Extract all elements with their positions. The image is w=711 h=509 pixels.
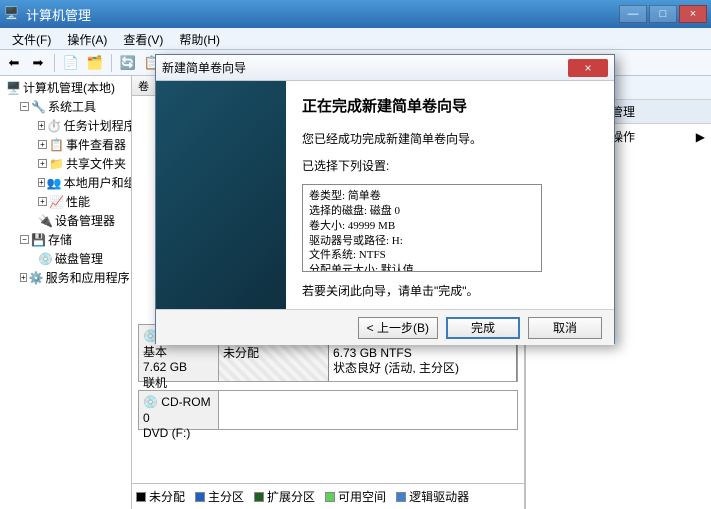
wizard-heading: 正在完成新建简单卷向导 (302, 95, 598, 116)
expand-icon[interactable]: + (38, 140, 47, 149)
log-icon: 📋 (49, 138, 64, 152)
tools-icon: 🔧 (31, 100, 46, 114)
properties-icon[interactable]: 🗂️ (85, 53, 105, 73)
expand-icon[interactable]: + (38, 159, 47, 168)
folder-icon: 📁 (49, 157, 64, 171)
maximize-button[interactable]: □ (649, 5, 677, 23)
new-simple-volume-wizard: 新建简单卷向导 × 正在完成新建简单卷向导 您已经成功完成新建简单卷向导。 已选… (155, 54, 615, 344)
back-button[interactable]: < 上一步(B) (358, 317, 438, 339)
window-title: 计算机管理 (26, 5, 619, 24)
toolbar-separator (54, 54, 55, 72)
tree-disk-management[interactable]: 💿磁盘管理 (2, 249, 129, 268)
clock-icon: ⏱️ (47, 119, 62, 133)
disk-icon: 💿 (38, 252, 53, 266)
refresh-icon[interactable]: 🔄 (118, 53, 138, 73)
cdrom-row: 💿 CD-ROM 0 DVD (F:) (138, 390, 518, 430)
window-titlebar: 🖥️ 计算机管理 — □ × (0, 0, 711, 28)
wizard-footer: < 上一步(B) 完成 取消 (156, 309, 614, 345)
perf-icon: 📈 (49, 195, 64, 209)
navigation-tree[interactable]: 🖥️计算机管理(本地) −🔧系统工具 +⏱️任务计划程序 +📋事件查看器 +📁共… (0, 76, 132, 509)
legend-primary: 主分区 (195, 488, 244, 505)
expand-icon[interactable]: + (38, 197, 47, 206)
legend-logical: 逻辑驱动器 (396, 488, 469, 505)
back-icon[interactable]: ⬅ (4, 53, 24, 73)
cancel-button[interactable]: 取消 (528, 317, 602, 339)
menu-file[interactable]: 文件(F) (4, 28, 59, 49)
wizard-summary-box[interactable]: 卷类型: 简单卷 选择的磁盘: 磁盘 0 卷大小: 49999 MB 驱动器号或… (302, 184, 542, 272)
expand-icon[interactable]: + (38, 121, 45, 130)
tree-root[interactable]: 🖥️计算机管理(本地) (2, 78, 129, 97)
tree-shared-folders[interactable]: +📁共享文件夹 (2, 154, 129, 173)
legend-extended: 扩展分区 (254, 488, 315, 505)
tree-task-scheduler[interactable]: +⏱️任务计划程序 (2, 116, 129, 135)
app-icon: 🖥️ (4, 6, 20, 22)
arrow-right-icon: ▶ (696, 130, 705, 144)
wizard-titlebar[interactable]: 新建简单卷向导 × (156, 55, 614, 81)
minimize-button[interactable]: — (619, 5, 647, 23)
tree-device-manager[interactable]: 🔌设备管理器 (2, 211, 129, 230)
menu-help[interactable]: 帮助(H) (171, 28, 228, 49)
legend-unallocated: 未分配 (136, 488, 185, 505)
tree-system-tools[interactable]: −🔧系统工具 (2, 97, 129, 116)
up-icon[interactable]: 📄 (61, 53, 81, 73)
cdrom-label[interactable]: 💿 CD-ROM 0 DVD (F:) (139, 391, 219, 429)
legend: 未分配 主分区 扩展分区 可用空间 逻辑驱动器 (132, 483, 524, 509)
users-icon: 👥 (47, 176, 62, 190)
finish-button[interactable]: 完成 (446, 317, 520, 339)
close-button[interactable]: × (679, 5, 707, 23)
legend-free: 可用空间 (325, 488, 386, 505)
menu-action[interactable]: 操作(A) (59, 28, 115, 49)
wizard-text: 已选择下列设置: (302, 157, 598, 174)
forward-icon[interactable]: ➡ (28, 53, 48, 73)
expand-icon[interactable]: + (38, 178, 45, 187)
tree-storage[interactable]: −💾存储 (2, 230, 129, 249)
wizard-close-button[interactable]: × (568, 59, 608, 77)
menu-view[interactable]: 查看(V) (115, 28, 171, 49)
services-icon: ⚙️ (29, 271, 44, 285)
wizard-text: 您已经成功完成新建简单卷向导。 (302, 130, 598, 147)
tree-performance[interactable]: +📈性能 (2, 192, 129, 211)
computer-icon: 🖥️ (6, 81, 21, 95)
toolbar-separator (111, 54, 112, 72)
collapse-icon[interactable]: − (20, 102, 29, 111)
storage-icon: 💾 (31, 233, 46, 247)
wizard-text: 若要关闭此向导，请单击"完成"。 (302, 282, 598, 299)
wizard-sidebar-image (156, 81, 286, 309)
menubar: 文件(F) 操作(A) 查看(V) 帮助(H) (0, 28, 711, 50)
wizard-content: 正在完成新建简单卷向导 您已经成功完成新建简单卷向导。 已选择下列设置: 卷类型… (286, 81, 614, 309)
tree-services[interactable]: +⚙️服务和应用程序 (2, 268, 129, 287)
tree-local-users[interactable]: +👥本地用户和组 (2, 173, 129, 192)
tree-event-viewer[interactable]: +📋事件查看器 (2, 135, 129, 154)
expand-icon[interactable]: + (20, 273, 27, 282)
wizard-title: 新建简单卷向导 (162, 59, 568, 76)
device-icon: 🔌 (38, 214, 53, 228)
collapse-icon[interactable]: − (20, 235, 29, 244)
